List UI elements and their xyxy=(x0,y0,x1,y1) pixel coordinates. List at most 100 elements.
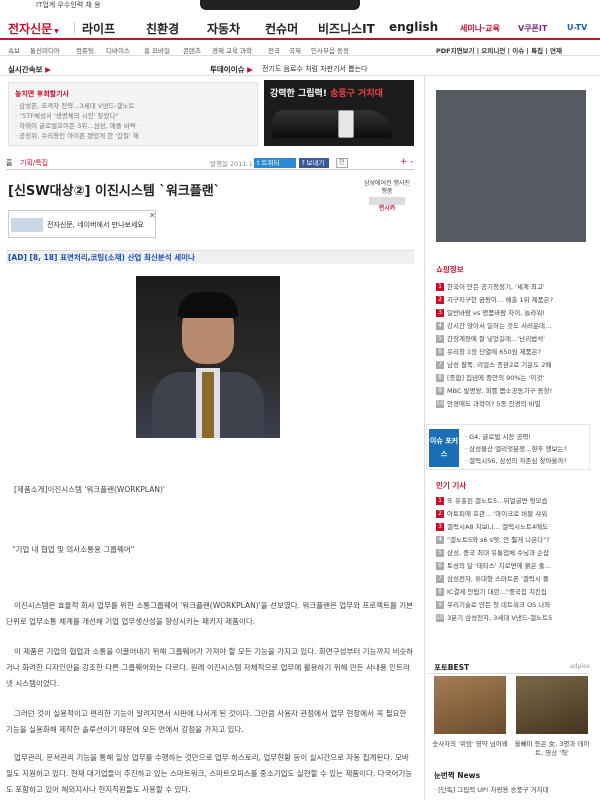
shopping-title: 쇼핑정보 xyxy=(436,265,464,274)
breadcrumb-home[interactable]: 홈 xyxy=(6,158,12,168)
site-logo[interactable]: 전자신문 ▼ xyxy=(8,20,59,37)
breadcrumb-section[interactable]: 기획/특집 xyxy=(20,158,48,168)
shopping-item[interactable]: 4 강시간 앉아서 일하는 것도 서러운데… xyxy=(436,320,586,333)
sidebar-ad-box[interactable] xyxy=(436,90,586,242)
zoom-out-icon[interactable]: - xyxy=(410,157,413,167)
popular-item[interactable]: 5 삼성, 중국 최대 유통업체 수닝과 손잡 xyxy=(436,547,586,560)
shopping-item[interactable]: 5 간장계장에 잘 넣었길래…'난리법석' xyxy=(436,333,586,346)
nav-item-bizit[interactable]: 비즈니스IT xyxy=(318,20,375,37)
photo-best-image[interactable] xyxy=(516,676,588,734)
live-news-label[interactable]: 실시간속보 ▶ xyxy=(8,64,51,75)
nav-item-auto[interactable]: 자동차 xyxy=(207,20,240,37)
shopping-item[interactable]: 8 [종합] 집념에 중안의 90%는 '이것' xyxy=(436,372,586,385)
popular-title: 인기 기사 xyxy=(436,481,467,490)
eye-catching-news: 눈번쩍 News · [단독] 그립력 UP! 차량용 송풍구 거치대 xyxy=(434,770,590,794)
shopping-item[interactable]: 7 남성 팔뚝, 리얼스 종완2로 기운도 2배 xyxy=(436,359,586,372)
photo-best-caption[interactable]: 숫사자의 '위엄' 영약 넘어왜 xyxy=(430,740,510,749)
subnav-item[interactable]: 인사부음 동정 xyxy=(311,45,349,55)
top-strip-banner[interactable] xyxy=(200,0,360,10)
nav-item-life[interactable]: 라이프 xyxy=(82,20,115,37)
popular-item[interactable]: 4 "갤노트5와 s6 s엣, 안 훨게 나온다"? xyxy=(436,534,586,547)
popular-articles: 인기 기사 1또 유출된 갤노트5…뒤얼굴면 뒷모습 2 아토피에 호관… '마이… xyxy=(436,480,586,625)
shopping-item[interactable]: 3 일반바람 vs 명품바람 차이, 놀라워! xyxy=(436,307,586,320)
print-icon[interactable]: 인 xyxy=(336,158,348,168)
article-title: [신SW대상②] 이진시스템 `워크플랜` xyxy=(8,184,221,199)
shopping-item[interactable]: 10 안경에도 과학이? 5종 안경의 비밀 xyxy=(436,398,586,411)
aircon-ad[interactable]: 삼성에어컨 행사진행중 전시카 xyxy=(362,180,412,224)
subnav-item[interactable]: 속보 xyxy=(8,45,20,55)
subnav-item[interactable]: 전국 xyxy=(268,45,280,55)
banner-text: 전자신문, 네이버에서 만나보세요 xyxy=(47,221,144,229)
popular-item[interactable]: 1또 유출된 갤노트5…뒤얼굴면 뒷모습 xyxy=(436,495,586,508)
subnav-item[interactable]: 경제 교육 과학 xyxy=(212,45,252,55)
popular-item[interactable]: 8 IC결제 안됩기 대란…"중국집 치킨집 xyxy=(436,586,586,599)
car-image xyxy=(272,110,392,138)
must-read-title: 놓치면 후회할기사 xyxy=(15,90,69,98)
popular-item[interactable]: 10 3분기 삼성전자, 3세대 V낸드-갤노트5 xyxy=(436,612,586,625)
top-strip: IT업계 우수인력 채 용 xyxy=(0,0,600,12)
must-read-item[interactable]: · 하에이 글로벌호이즌 3위…삼성, 애플 바짝 · xyxy=(15,121,251,131)
subnav-item[interactable]: 통신미디어 xyxy=(30,45,60,55)
shopping-item[interactable]: 6 유리창 1장 단열에 650원 제품은? xyxy=(436,346,586,359)
subnav-item[interactable]: 콘텐츠 xyxy=(183,45,201,55)
ad-text-link[interactable]: [AD] [8, 18] 표면처리,코팅(소재) 산업 최신분석 세미나 xyxy=(6,250,414,264)
photo-best-source: adplex xyxy=(570,663,591,670)
subnav-item[interactable]: 컴퓨팅 xyxy=(76,45,94,55)
aircon-ad-text: 삼성에어컨 행사진행중 xyxy=(363,180,411,195)
ad-text: 강력한 그립력! 송풍구 거치대 xyxy=(270,89,383,99)
subnav-right-links[interactable]: PDF지면보기 | 오피니언 | 이슈 | 특집 | 연재 xyxy=(436,45,562,55)
main-nav: 전자신문 ▼ 라이프 친환경 자동차 컨슈머 비즈니스IT english 세미나… xyxy=(0,16,600,40)
photo-best-caption[interactable]: 올빼미 등은 女, 3명과 데이트, 영상 '헉' xyxy=(512,740,592,758)
article-paragraph: 이진시스템은 효율적 회사 업무를 위한 소통그룹웨어 '워크플랜(WORKPL… xyxy=(6,601,414,626)
nav-item-consumer[interactable]: 컨슈머 xyxy=(265,20,298,37)
top-strip-text[interactable]: IT업계 우수인력 채 용 xyxy=(36,0,101,10)
issue-focus-item[interactable]: · 삼성물산·엘리엇분쟁…향후 행보는? xyxy=(465,443,567,453)
phone-image xyxy=(338,110,354,138)
shopping-item[interactable]: 2 지구지구한 곰팡이… 메출 1위 제품은? xyxy=(436,294,586,307)
today-issue-label[interactable]: 투데이이슈 ▶ xyxy=(210,64,253,75)
naver-banner[interactable]: 전자신문, 네이버에서 만나보세요 ✕ xyxy=(8,210,156,238)
popular-item[interactable]: 6 토성의 달 '테티스' 지로면에 붉은 줄… xyxy=(436,560,586,573)
popular-item[interactable]: 7 삼성전자, 휴대형 스마트폰 '갤럭시 폴 xyxy=(436,573,586,586)
nav-divider xyxy=(74,22,75,34)
must-read-box: 놓치면 후회할기사 · 삼성폰, 초격차 전략…3세대 V낸드-갤노트 · "5… xyxy=(8,82,258,146)
car-mount-ad[interactable]: 강력한 그립력! 송풍구 거치대 xyxy=(264,80,414,146)
issue-focus-item[interactable]: · 갤럭시S6, 삼성의 자존심 찾아올까? xyxy=(465,455,567,465)
subnav-item[interactable]: 국제 xyxy=(289,45,301,55)
nav-item-english[interactable]: english xyxy=(389,20,438,34)
photo-best-title: 포토BEST xyxy=(434,663,470,672)
nav-seminar[interactable]: 세미나·교육 xyxy=(460,23,500,34)
must-read-item[interactable]: · "5TF체성서 '생명체의 시인' 찾았다" xyxy=(15,111,251,121)
popular-item[interactable]: 9 우리기술로 만든 첫 네트워크 OS 나와 xyxy=(436,599,586,612)
photo-best-image[interactable] xyxy=(434,676,506,734)
close-icon[interactable]: ✕ xyxy=(149,211,156,220)
shopping-item[interactable]: 1 한국이 만든 공기청정기, '세계 최고' xyxy=(436,281,586,294)
nav-coupon[interactable]: V쿠폰IT xyxy=(518,23,547,34)
nav-utv[interactable]: U-TV xyxy=(567,23,587,32)
popular-item[interactable]: 3 갤럭시A8 처보니… 갤럭시노트4에도 xyxy=(436,521,586,534)
popular-item[interactable]: 2 아토피에 호관… '마이크로 버블 샤워 xyxy=(436,508,586,521)
twitter-button[interactable]: t 트위터 xyxy=(254,158,296,168)
shopping-info: 쇼핑정보 1 한국이 만든 공기청정기, '세계 최고' 2 지구지구한 곰팡이… … xyxy=(436,264,586,411)
facebook-button[interactable]: f 보내기 xyxy=(299,158,329,168)
nav-item-eco[interactable]: 친환경 xyxy=(146,20,179,37)
article-paragraph: 업무관리, 문서관리 기능을 통해 일상 업무를 수행하는 것만으로 업무 히스… xyxy=(6,753,413,794)
eye-news-item[interactable]: · [단독] 그립력 UP! 차량용 송풍구 거치대 xyxy=(434,784,590,794)
must-read-item[interactable]: · 삼성폰, 초격차 전략…3세대 V낸드-갤노트 xyxy=(15,101,251,111)
must-read-item[interactable]: · 공정위, 수리용인 아이폰 됐었게 한 '갑질' 해 xyxy=(15,131,251,141)
subnav-item[interactable]: 디바이스 xyxy=(106,45,130,55)
issue-focus: 이슈 포커스 · G4, 글로벌 시장 공략! · 삼성물산·엘리엇분쟁…향후 … xyxy=(426,424,590,470)
zoom-in-icon[interactable]: + xyxy=(400,157,408,167)
article-toolbar: 홈 기획/특집 발행일 2011.11.14 t 트위터 f 보내기 인 + - xyxy=(6,157,414,170)
eye-news-title: 눈번쩍 News xyxy=(434,771,481,780)
subnav-item[interactable]: 홈 모바일 xyxy=(144,45,170,55)
article-photo xyxy=(136,276,280,438)
article-paragraph: 그러던 것이 실용적이고 편리한 기능이 알려지면서 시판에 나서게 된 것이다… xyxy=(6,709,407,734)
article-subtitle: "기업 내 협업 및 의사소통용 그룹웨어" xyxy=(12,545,135,554)
shopping-item[interactable]: 9 MBC 발명왕, 피를 뽑소공동기구 등장! xyxy=(436,385,586,398)
issue-focus-item[interactable]: · G4, 글로벌 시장 공략! xyxy=(465,431,531,441)
photo-hair xyxy=(178,292,238,318)
today-issue-text[interactable]: 전기도 음료수 처럼 자판기서 뽑는다 xyxy=(262,64,368,74)
photo-caption: [제품소개]이진시스템 '워크플랜(WORKPLAN)' xyxy=(14,485,165,494)
photo-tie xyxy=(202,372,214,438)
